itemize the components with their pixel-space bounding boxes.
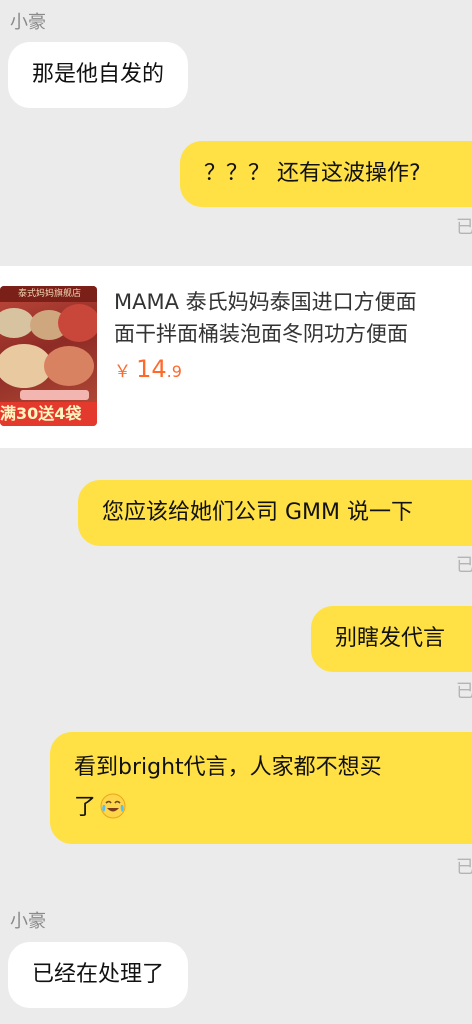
message-text: ？？？ 还有这波操作? — [204, 161, 421, 186]
price-integer: 14 — [136, 355, 167, 383]
message-text: 别瞎发代言 — [335, 626, 446, 651]
message-text: 那是他自发的 — [32, 62, 165, 87]
message-text: 您应该给她们公司 GMM 说一下 — [102, 500, 413, 525]
read-status: 已读 — [456, 858, 472, 878]
read-status: 已读 — [456, 556, 472, 576]
incoming-message-bubble[interactable]: 那是他自发的 — [8, 42, 189, 108]
sender-name: 小豪 — [10, 911, 46, 932]
outgoing-message-bubble[interactable]: 看到bright代言，人家都不想买 了 — [50, 732, 472, 844]
price-decimal: .9 — [166, 362, 182, 381]
product-card[interactable]: 泰式妈妈旗舰店 满30送4袋 MAMA 泰氏妈妈泰国进口方便面 面干拌面桶装泡面… — [0, 266, 472, 448]
message-text: 已经在处理了 — [32, 962, 165, 987]
price-currency: ￥ — [114, 362, 131, 382]
incoming-message-bubble[interactable]: 已经在处理了 — [8, 942, 189, 1008]
message-text-line: 看到bright代言，人家都不想买 — [74, 755, 382, 780]
noodle-bowl-image — [44, 346, 94, 386]
tears-of-joy-emoji-icon — [100, 793, 126, 819]
message-text-line: 了 — [74, 788, 460, 828]
product-title-line: MAMA 泰氏妈妈泰国进口方便面 — [114, 290, 417, 314]
sender-name: 小豪 — [10, 12, 46, 33]
product-title-line: 面干拌面桶装泡面冬阴功方便面 — [114, 322, 408, 346]
shop-label: 泰式妈妈旗舰店 — [0, 286, 97, 302]
product-price: ￥ 14.9 — [114, 355, 182, 383]
noodle-cup-image — [0, 308, 34, 338]
product-thumbnail[interactable]: 泰式妈妈旗舰店 满30送4袋 — [0, 286, 97, 426]
outgoing-message-bubble[interactable]: 别瞎发代言 — [311, 606, 472, 672]
read-status: 已读 — [456, 682, 472, 702]
message-text-line-end: 了 — [74, 795, 97, 820]
promo-banner: 满30送4袋 — [0, 402, 97, 426]
noodle-cup-image — [58, 304, 97, 342]
promo-ribbon — [20, 390, 89, 400]
read-status: 已读 — [456, 218, 472, 238]
outgoing-message-bubble[interactable]: 您应该给她们公司 GMM 说一下 — [78, 480, 472, 546]
outgoing-message-bubble[interactable]: ？？？ 还有这波操作? — [180, 141, 472, 207]
